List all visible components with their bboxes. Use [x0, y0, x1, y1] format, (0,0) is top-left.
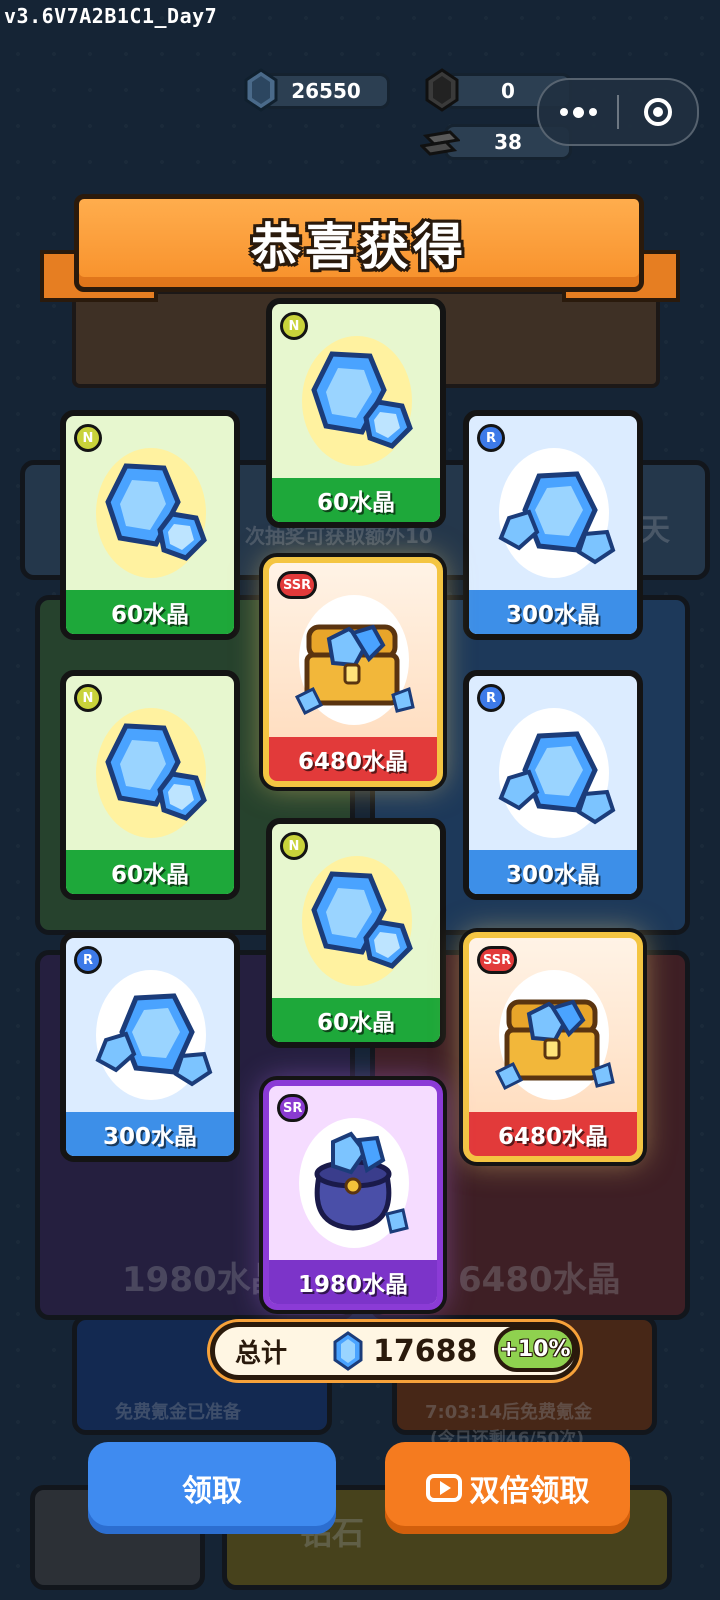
rarity-badge: N	[74, 684, 102, 712]
reward-card: SSR 6480水晶	[263, 557, 443, 787]
treasure-chest-icon	[289, 593, 419, 727]
claim-button-label: 领取	[182, 1474, 242, 1509]
reward-label: 300水晶	[66, 1112, 234, 1156]
crystal-icon	[244, 68, 278, 112]
crystal-small-icon	[292, 334, 422, 468]
crystal-small-icon	[86, 706, 216, 840]
reward-label: 6480水晶	[469, 1112, 637, 1156]
crystal-small-icon	[292, 854, 422, 988]
crystal-small-icon	[86, 446, 216, 580]
dark-crystal-icon	[425, 68, 459, 112]
crystal-counter: 26550	[262, 73, 390, 109]
reward-card: SSR 6480水晶	[463, 932, 643, 1162]
reward-card: R 300水晶	[463, 670, 643, 900]
reward-label: 60水晶	[272, 478, 440, 522]
rarity-badge: N	[280, 832, 308, 860]
crystal-cluster-icon	[489, 706, 619, 840]
claim-button[interactable]: 领取	[88, 1442, 336, 1534]
crystal-bag-icon	[289, 1116, 419, 1250]
reward-label: 6480水晶	[269, 737, 437, 781]
double-claim-button-label: 双倍领取	[469, 1474, 590, 1509]
reward-title: 恭喜获得	[251, 218, 467, 276]
reward-label: 1980水晶	[269, 1260, 437, 1304]
double-claim-button[interactable]: 双倍领取	[385, 1442, 630, 1534]
video-icon	[425, 1474, 462, 1502]
total-value: 17688	[373, 1333, 478, 1369]
target-icon	[644, 98, 672, 126]
reward-label: 300水晶	[469, 850, 637, 894]
rarity-badge: R	[477, 424, 505, 452]
miniprogram-capsule	[537, 78, 699, 146]
rarity-badge: R	[74, 946, 102, 974]
crystal-cluster-icon	[86, 968, 216, 1102]
reward-card: N 60水晶	[266, 298, 446, 528]
total-label: 总计	[235, 1338, 288, 1369]
rarity-badge: N	[74, 424, 102, 452]
rarity-badge: N	[280, 312, 308, 340]
crystal-cluster-icon	[489, 446, 619, 580]
reward-label: 60水晶	[66, 590, 234, 634]
reward-label: 300水晶	[469, 590, 637, 634]
rarity-badge: SSR	[277, 571, 318, 599]
reward-card: SR 1980水晶	[263, 1080, 443, 1310]
more-menu-button[interactable]	[539, 80, 617, 144]
rarity-badge: SR	[277, 1094, 309, 1122]
gold-bar-icon	[420, 130, 460, 156]
reward-card: R 300水晶	[463, 410, 643, 640]
reward-label: 60水晶	[272, 998, 440, 1042]
reward-card: R 300水晶	[60, 932, 240, 1162]
ribbon-banner: 恭喜获得	[74, 194, 644, 292]
rarity-badge: R	[477, 684, 505, 712]
reward-card: N 60水晶	[266, 818, 446, 1048]
crystal-icon	[333, 1331, 363, 1371]
reward-card: N 60水晶	[60, 410, 240, 640]
bonus-badge: +10%	[494, 1326, 576, 1372]
treasure-chest-icon	[489, 968, 619, 1102]
reward-label: 60水晶	[66, 850, 234, 894]
close-miniprogram-button[interactable]	[619, 98, 697, 126]
rarity-badge: SSR	[477, 946, 518, 974]
version-label: v3.6V7A2B1C1_Day7	[4, 4, 218, 28]
title-ribbon: 恭喜获得	[40, 190, 680, 310]
reward-card: N 60水晶	[60, 670, 240, 900]
